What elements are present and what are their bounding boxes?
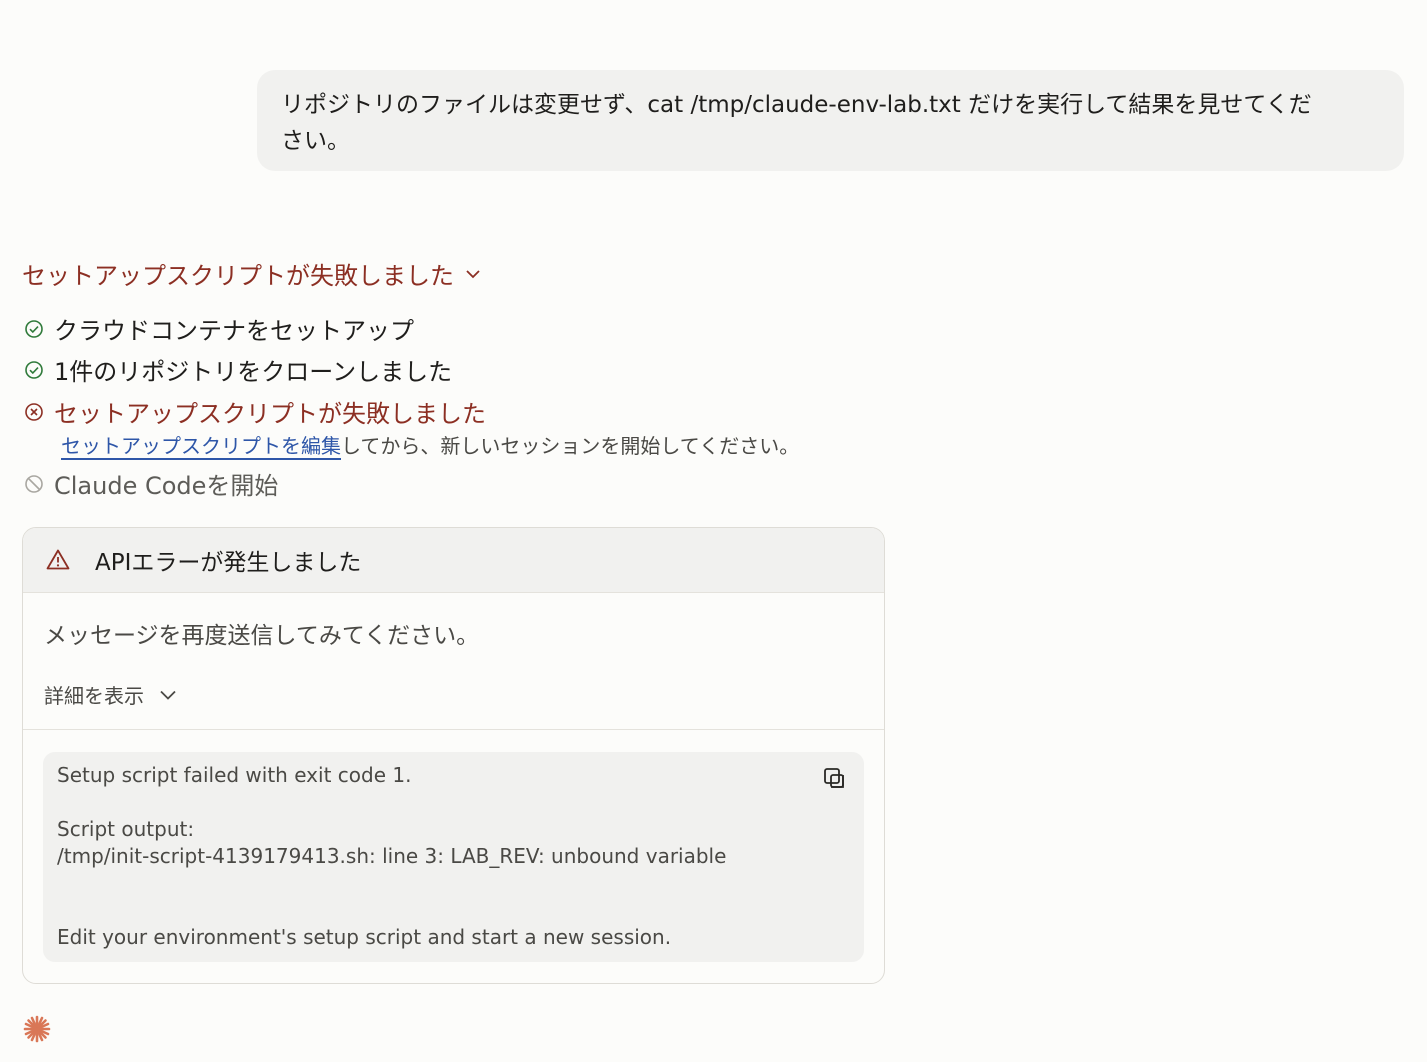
x-circle-icon [24,402,44,422]
setup-status-toggle[interactable]: セットアップスクリプトが失敗しました [22,256,482,291]
copy-icon[interactable] [822,766,848,792]
step-start-claude-code: Claude Codeを開始 [24,466,278,501]
setup-script-note-text: してから、新しいセッションを開始してください。 [341,434,800,458]
check-circle-icon [24,360,44,380]
code-line: Script output: [57,817,195,841]
user-message-line-1: リポジトリのファイルは変更せず、cat /tmp/claude-env-lab.… [281,92,1312,118]
code-line: Setup script failed with exit code 1. [57,763,412,787]
error-card-header: APIエラーが発生しました [23,528,884,593]
check-circle-icon [24,319,44,339]
skipped-circle-icon [24,474,44,494]
divider [23,729,884,730]
chevron-down-icon [158,685,178,705]
error-details-code: Setup script failed with exit code 1. Sc… [43,752,864,962]
step-label: 1件のリポジトリをクローンしました [54,358,453,386]
step-label: Claude Codeを開始 [54,472,279,500]
error-message: メッセージを再度送信してみてください。 [44,623,480,649]
user-message-line-2: さい。 [281,128,350,154]
api-error-card: APIエラーが発生しました メッセージを再度送信してみてください。 詳細を表示 … [22,527,885,984]
chevron-down-icon [464,265,482,283]
claude-spark-icon [22,1014,52,1044]
step-clone-repo: 1件のリポジトリをクローンしました [24,352,452,387]
code-line: /tmp/init-script-4139179413.sh: line 3: … [57,844,727,868]
setup-script-note: セットアップスクリプトを編集してから、新しいセッションを開始してください。 [61,430,799,459]
code-line: Edit your environment's setup script and… [57,925,672,949]
step-setup-container: クラウドコンテナをセットアップ [24,311,414,346]
warning-triangle-icon [45,547,71,573]
show-details-label: 詳細を表示 [44,684,144,708]
setup-status-title: セットアップスクリプトが失敗しました [22,262,454,290]
error-title: APIエラーが発生しました [95,550,362,576]
show-details-toggle[interactable]: 詳細を表示 [44,680,178,709]
step-label: セットアップスクリプトが失敗しました [54,400,486,428]
chat-page: リポジトリのファイルは変更せず、cat /tmp/claude-env-lab.… [0,0,1427,1062]
edit-setup-script-link[interactable]: セットアップスクリプトを編集 [61,434,341,458]
user-message-bubble: リポジトリのファイルは変更せず、cat /tmp/claude-env-lab.… [257,70,1404,171]
step-setup-script: セットアップスクリプトが失敗しました [24,394,486,429]
step-label: クラウドコンテナをセットアップ [54,317,414,345]
